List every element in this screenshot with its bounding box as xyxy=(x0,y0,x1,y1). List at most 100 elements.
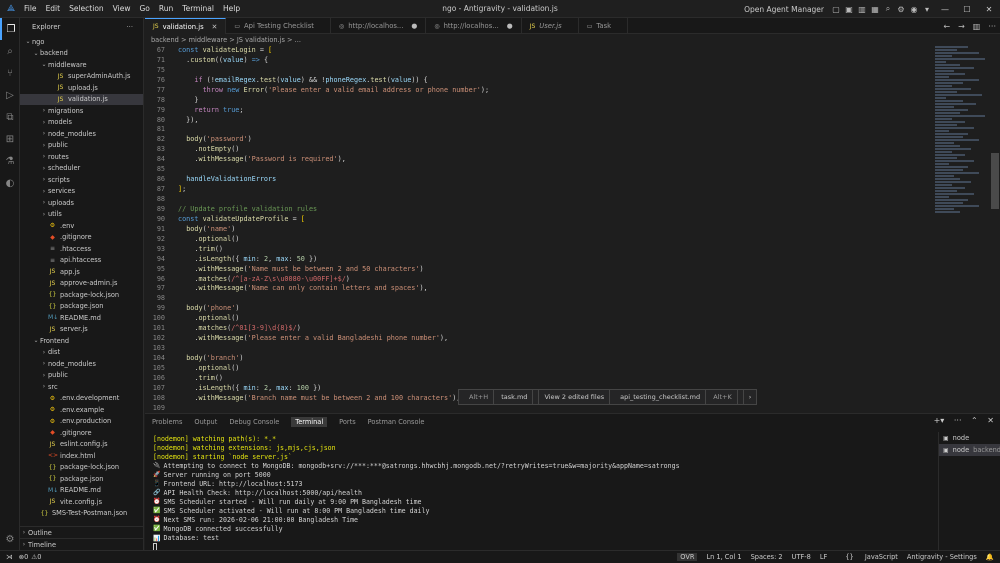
code-line[interactable]: 91 body('name') xyxy=(145,224,935,234)
menu-help[interactable]: Help xyxy=(223,4,240,13)
warning-count[interactable]: 0 xyxy=(37,553,41,561)
go-forward-icon[interactable]: → xyxy=(958,22,965,31)
code-line[interactable]: 92 .optional() xyxy=(145,234,935,244)
menu-terminal[interactable]: Terminal xyxy=(182,4,214,13)
tree-item--htaccess[interactable]: ≡ .htaccess xyxy=(20,243,143,255)
code-line[interactable]: 83 .notEmpty() xyxy=(145,144,935,154)
more-actions-icon[interactable]: ··· xyxy=(988,22,996,31)
new-terminal-icon[interactable]: +▾ xyxy=(934,416,945,425)
code-line[interactable]: 67 const validateLogin = [ xyxy=(145,45,935,55)
settings-gear-icon[interactable]: ⚙ xyxy=(895,5,907,14)
tree-item-node-modules[interactable]: › node_modules xyxy=(20,128,143,140)
explorer-icon[interactable]: ❐ xyxy=(0,18,20,40)
tree-item-readme-md[interactable]: M↓ README.md xyxy=(20,312,143,324)
tree-item-sms-test-postman-json[interactable]: {} SMS-Test-Postman.json xyxy=(20,508,143,520)
close-panel-icon[interactable]: ✕ xyxy=(987,416,994,425)
code-line[interactable]: 99 body('phone') xyxy=(145,303,935,313)
notifications-icon[interactable]: 🔔 xyxy=(986,553,994,561)
panel-tab-terminal[interactable]: Terminal xyxy=(291,417,328,427)
panel-tab-debug-console[interactable]: Debug Console xyxy=(229,418,279,426)
tree-item-ngo[interactable]: ⌄ ngo xyxy=(20,36,143,48)
more-actions-icon[interactable]: ··· xyxy=(127,23,133,31)
minimap[interactable] xyxy=(935,45,990,412)
search-icon[interactable]: ⌕ xyxy=(882,4,894,14)
code-line[interactable]: 106 .trim() xyxy=(145,373,935,383)
code-line[interactable]: 97 .withMessage('Name can only contain l… xyxy=(145,284,935,294)
code-line[interactable]: 76 if (!emailRegex.test(value) && !phone… xyxy=(145,75,935,85)
tree-item-services[interactable]: › services xyxy=(20,186,143,198)
end-of-line[interactable]: LF xyxy=(820,553,827,561)
menu-selection[interactable]: Selection xyxy=(69,4,104,13)
tab-5[interactable]: ▭ Task xyxy=(579,18,629,34)
search-view-icon[interactable]: ⌕ xyxy=(0,40,20,62)
panel-tab-output[interactable]: Output xyxy=(194,418,217,426)
close-tab-icon[interactable]: ✕ xyxy=(212,23,218,31)
indentation[interactable]: Spaces: 2 xyxy=(751,553,783,561)
code-line[interactable]: 90 const validateUpdateProfile = [ xyxy=(145,214,935,224)
tree-item-models[interactable]: › models xyxy=(20,117,143,129)
layout-icon[interactable]: ▦ xyxy=(869,5,881,14)
code-line[interactable]: 104 body('branch') xyxy=(145,353,935,363)
code-line[interactable]: 84 .withMessage('Password is required'), xyxy=(145,154,935,164)
tree-item-vite-config-js[interactable]: JS vite.config.js xyxy=(20,496,143,508)
checklist-file-button[interactable]: api_testing_checklist.md Alt+K xyxy=(610,389,744,405)
menu-file[interactable]: File xyxy=(24,4,37,13)
code-line[interactable]: 88 xyxy=(145,194,935,204)
terminal-instance[interactable]: ▣ node xyxy=(939,432,1000,444)
remote-explorer-icon[interactable]: ⧉ xyxy=(0,106,20,128)
error-count[interactable]: 0 xyxy=(24,553,28,561)
code-line[interactable]: 96 .matches(/^[a-zA-Z\s\u0080-\u00FF]+$/… xyxy=(145,274,935,284)
language-mode[interactable]: {} JavaScript xyxy=(836,553,898,561)
tree-item-src[interactable]: › src xyxy=(20,381,143,393)
code-line[interactable]: 81 xyxy=(145,125,935,135)
tree-item-public[interactable]: › public xyxy=(20,370,143,382)
code-line[interactable]: 102 .withMessage('Please enter a valid B… xyxy=(145,333,935,343)
terminal-instance[interactable]: ▣ node backend xyxy=(939,444,1000,456)
breadcrumb[interactable]: backend > middleware > JS validation.js … xyxy=(145,34,1000,45)
agent-icon[interactable]: ◐ xyxy=(0,172,20,194)
code-line[interactable]: 78 } xyxy=(145,95,935,105)
open-agent-manager-button[interactable]: Open Agent Manager xyxy=(744,5,824,14)
antigravity-settings[interactable]: Antigravity - Settings xyxy=(907,553,977,561)
menu-view[interactable]: View xyxy=(113,4,131,13)
code-line[interactable]: 87]; xyxy=(145,184,935,194)
code-line[interactable]: 85 xyxy=(145,164,935,174)
toggle-panel-icon[interactable]: ▣ xyxy=(843,5,855,14)
tree-item-frontend[interactable]: ⌄ Frontend xyxy=(20,335,143,347)
code-line[interactable]: 103 xyxy=(145,343,935,353)
cursor-position[interactable]: Ln 1, Col 1 xyxy=(706,553,741,561)
maximize-panel-icon[interactable]: ⌃ xyxy=(971,416,978,425)
overwrite-mode[interactable]: OVR xyxy=(677,553,698,561)
menu-go[interactable]: Go xyxy=(139,4,149,13)
tree-item-package-lock-json[interactable]: {} package-lock.json xyxy=(20,289,143,301)
tree-item--env[interactable]: ⚙ .env xyxy=(20,220,143,232)
source-control-icon[interactable]: ⑂ xyxy=(0,62,20,84)
panel-tab-postman-console[interactable]: Postman Console xyxy=(368,418,425,426)
tree-item-backend[interactable]: ⌄ backend xyxy=(20,48,143,60)
tree-item-package-lock-json[interactable]: {} package-lock.json xyxy=(20,462,143,474)
tab-4[interactable]: JS User.js xyxy=(522,18,579,34)
settings-icon[interactable]: ⚙ xyxy=(0,528,20,550)
tab-0[interactable]: JS validation.js ✕ xyxy=(145,18,227,34)
code-line[interactable]: 93 .trim() xyxy=(145,244,935,254)
tree-item-scripts[interactable]: › scripts xyxy=(20,174,143,186)
tree-item-routes[interactable]: › routes xyxy=(20,151,143,163)
tree-item-server-js[interactable]: JS server.js xyxy=(20,324,143,336)
code-line[interactable]: 77 throw new Error('Please enter a valid… xyxy=(145,85,935,95)
remote-icon[interactable]: ⋊ xyxy=(6,553,13,561)
tree-item-package-json[interactable]: {} package.json xyxy=(20,473,143,485)
toggle-sidebar-icon[interactable]: ▢ xyxy=(830,5,842,14)
chevron-down-icon[interactable]: ▾ xyxy=(921,5,933,14)
panel-tab-problems[interactable]: Problems xyxy=(152,418,182,426)
tree-item-package-json[interactable]: {} package.json xyxy=(20,301,143,313)
tree-item--env-example[interactable]: ⚙ .env.example xyxy=(20,404,143,416)
chevron-right-icon[interactable]: › xyxy=(744,389,757,405)
go-back-icon[interactable]: ← xyxy=(943,22,950,31)
view-edited-files-button[interactable]: View 2 edited files xyxy=(539,389,611,405)
code-line[interactable]: 100 .optional() xyxy=(145,313,935,323)
tree-item-middleware[interactable]: ⌄ middleware xyxy=(20,59,143,71)
tree-item--gitignore[interactable]: ◆ .gitignore xyxy=(20,232,143,244)
code-line[interactable]: 86 handleValidationErrors xyxy=(145,174,935,184)
tab-2[interactable]: ◎ http://localhos... ● xyxy=(331,18,427,34)
timeline-section[interactable]: › Timeline xyxy=(20,538,144,550)
